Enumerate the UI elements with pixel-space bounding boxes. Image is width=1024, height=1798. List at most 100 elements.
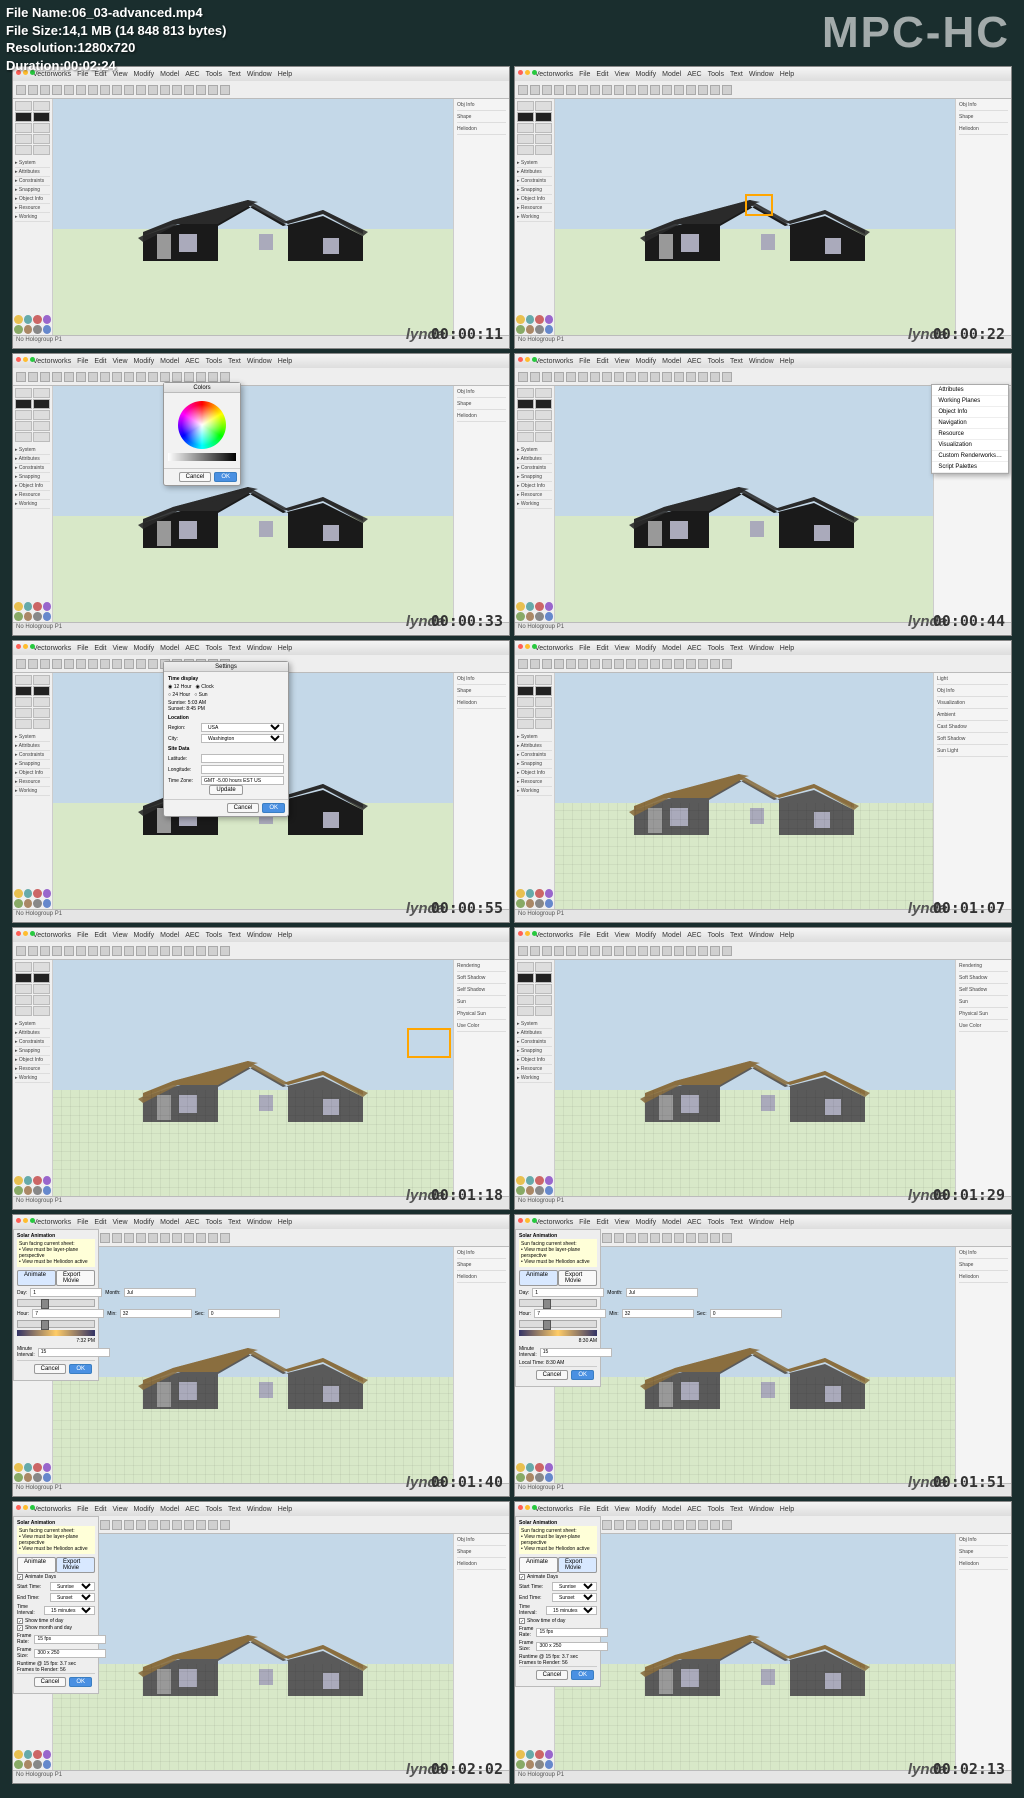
- context-menu-item[interactable]: Object Info: [932, 407, 1008, 418]
- window-controls[interactable]: [16, 357, 35, 362]
- menu-item[interactable]: Model: [662, 358, 681, 365]
- object-info-panel[interactable]: Obj InfoShapeHeliodon: [955, 99, 1011, 335]
- ok-button[interactable]: OK: [69, 1364, 92, 1374]
- toolbar[interactable]: [13, 368, 509, 386]
- menu-item[interactable]: View: [112, 932, 127, 939]
- menu-item[interactable]: AEC: [687, 1219, 701, 1226]
- menu-item[interactable]: Text: [228, 645, 241, 652]
- menu-item[interactable]: AEC: [185, 1219, 199, 1226]
- menu-item[interactable]: File: [579, 1219, 590, 1226]
- menu-item[interactable]: View: [614, 932, 629, 939]
- menu-item[interactable]: Edit: [596, 932, 608, 939]
- cancel-button[interactable]: Cancel: [34, 1677, 67, 1687]
- tool-palette[interactable]: ▸ System▸ Attributes▸ Constraints▸ Snapp…: [13, 960, 53, 1196]
- menu-item[interactable]: Edit: [94, 645, 106, 652]
- object-info-panel[interactable]: RenderingSoft ShadowSelf ShadowSunPhysic…: [453, 960, 509, 1196]
- menu-item[interactable]: Text: [228, 932, 241, 939]
- menu-item[interactable]: Text: [228, 1506, 241, 1513]
- menu-item[interactable]: Help: [278, 932, 292, 939]
- object-info-panel[interactable]: Obj InfoShapeHeliodon: [453, 673, 509, 909]
- cancel-button[interactable]: Cancel: [179, 472, 212, 482]
- menu-item[interactable]: Tools: [708, 932, 724, 939]
- menu-item[interactable]: File: [77, 358, 88, 365]
- menu-item[interactable]: AEC: [687, 1506, 701, 1513]
- tool-palette[interactable]: ▸ System▸ Attributes▸ Constraints▸ Snapp…: [13, 673, 53, 909]
- menu-item[interactable]: Model: [662, 1219, 681, 1226]
- palette-list[interactable]: ▸ System▸ Attributes▸ Constraints▸ Snapp…: [515, 444, 554, 511]
- object-info-panel[interactable]: RenderingSoft ShadowSelf ShadowSunPhysic…: [955, 960, 1011, 1196]
- menubar[interactable]: VectorworksFileEditViewModifyModelAECToo…: [515, 354, 1011, 368]
- ok-button[interactable]: OK: [214, 472, 237, 482]
- menu-item[interactable]: Modify: [134, 358, 155, 365]
- window-controls[interactable]: [16, 1218, 35, 1223]
- menu-item[interactable]: Modify: [636, 645, 657, 652]
- menu-item[interactable]: View: [112, 358, 127, 365]
- menu-item[interactable]: Tools: [708, 358, 724, 365]
- menu-item[interactable]: Window: [749, 645, 774, 652]
- menu-item[interactable]: Edit: [596, 645, 608, 652]
- menu-item[interactable]: View: [112, 1219, 127, 1226]
- menu-item[interactable]: Help: [780, 1506, 794, 1513]
- toolbar[interactable]: [515, 81, 1011, 99]
- menu-item[interactable]: Text: [228, 358, 241, 365]
- menu-item[interactable]: Edit: [596, 1219, 608, 1226]
- menubar[interactable]: VectorworksFileEditViewModifyModelAECToo…: [515, 1215, 1011, 1229]
- menu-item[interactable]: Tools: [206, 1219, 222, 1226]
- viewport[interactable]: [53, 1534, 453, 1770]
- menu-item[interactable]: Text: [228, 1219, 241, 1226]
- menu-item[interactable]: Window: [247, 1506, 272, 1513]
- checkbox[interactable]: [17, 1574, 23, 1580]
- menu-item[interactable]: Text: [228, 71, 241, 78]
- menu-item[interactable]: Modify: [636, 358, 657, 365]
- menubar[interactable]: VectorworksFileEditViewModifyModelAECToo…: [515, 641, 1011, 655]
- menu-item[interactable]: Help: [278, 358, 292, 365]
- menu-item[interactable]: Modify: [636, 71, 657, 78]
- menu-item[interactable]: Tools: [206, 358, 222, 365]
- menu-item[interactable]: Text: [730, 71, 743, 78]
- tool-palette[interactable]: ▸ System▸ Attributes▸ Constraints▸ Snapp…: [13, 99, 53, 335]
- menu-item[interactable]: Modify: [134, 645, 155, 652]
- ok-button[interactable]: OK: [571, 1370, 594, 1380]
- ok-button[interactable]: OK: [262, 803, 285, 813]
- menu-item[interactable]: AEC: [185, 932, 199, 939]
- tool-palette[interactable]: ▸ System▸ Attributes▸ Constraints▸ Snapp…: [515, 386, 555, 622]
- menu-item[interactable]: Edit: [596, 358, 608, 365]
- menu-item[interactable]: File: [579, 358, 590, 365]
- menu-item[interactable]: Modify: [134, 1506, 155, 1513]
- menu-item[interactable]: Edit: [94, 358, 106, 365]
- menu-item[interactable]: AEC: [185, 358, 199, 365]
- ok-button[interactable]: OK: [69, 1677, 92, 1687]
- menu-item[interactable]: Model: [160, 1219, 179, 1226]
- menu-item[interactable]: Vectorworks: [535, 1219, 573, 1226]
- menu-item[interactable]: Modify: [636, 932, 657, 939]
- menu-item[interactable]: View: [614, 1506, 629, 1513]
- menubar[interactable]: VectorworksFileEditViewModifyModelAECToo…: [13, 1215, 509, 1229]
- window-controls[interactable]: [518, 931, 537, 936]
- context-menu-item[interactable]: Resource: [932, 429, 1008, 440]
- menu-item[interactable]: AEC: [687, 932, 701, 939]
- tool-palette[interactable]: ▸ System▸ Attributes▸ Constraints▸ Snapp…: [515, 960, 555, 1196]
- menu-item[interactable]: Help: [278, 645, 292, 652]
- menu-item[interactable]: Edit: [94, 932, 106, 939]
- menu-item[interactable]: Vectorworks: [33, 358, 71, 365]
- toolbar[interactable]: [515, 942, 1011, 960]
- menu-item[interactable]: Tools: [206, 645, 222, 652]
- viewport[interactable]: [555, 960, 955, 1196]
- menu-item[interactable]: Help: [278, 71, 292, 78]
- menu-item[interactable]: Vectorworks: [535, 71, 573, 78]
- menu-item[interactable]: Model: [160, 932, 179, 939]
- menu-item[interactable]: Vectorworks: [33, 1506, 71, 1513]
- window-controls[interactable]: [518, 70, 537, 75]
- viewport[interactable]: [53, 960, 453, 1196]
- menu-item[interactable]: Help: [780, 932, 794, 939]
- tool-palette[interactable]: ▸ System▸ Attributes▸ Constraints▸ Snapp…: [515, 673, 555, 909]
- solar-animation-panel[interactable]: Solar Animation Sun facing current sheet…: [515, 1516, 601, 1687]
- menu-item[interactable]: Edit: [596, 71, 608, 78]
- menu-item[interactable]: Window: [247, 932, 272, 939]
- viewport[interactable]: [555, 1247, 955, 1483]
- menu-item[interactable]: Help: [278, 1506, 292, 1513]
- menu-item[interactable]: Help: [780, 1219, 794, 1226]
- menu-item[interactable]: Window: [749, 1219, 774, 1226]
- menu-item[interactable]: Model: [160, 1506, 179, 1513]
- object-info-panel[interactable]: Obj InfoShapeHeliodon: [453, 386, 509, 622]
